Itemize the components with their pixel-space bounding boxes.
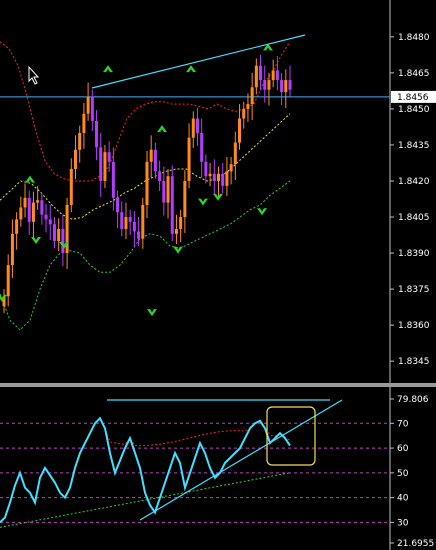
candle-body (107, 152, 111, 162)
candle-body (44, 214, 48, 220)
candle-body (86, 96, 90, 114)
candle-body (170, 176, 174, 234)
candle-body (288, 80, 292, 90)
candle-body (137, 231, 141, 239)
candle-body (61, 229, 65, 254)
candle-body (284, 80, 288, 93)
candle-body (238, 118, 242, 143)
candle-body (153, 149, 157, 172)
candle-body (166, 176, 170, 203)
candle-body (158, 171, 162, 181)
current-price-label: 1.8456 (397, 93, 429, 103)
candle-body (128, 217, 132, 222)
candle-body (187, 137, 191, 181)
candle-body (229, 164, 233, 172)
candle-body (10, 233, 14, 266)
candle-body (225, 171, 229, 186)
candle-body (221, 173, 225, 186)
candle-body (103, 152, 107, 181)
candle-body (95, 120, 99, 148)
price-tick-label: 1.8390 (398, 249, 430, 259)
candle-body (246, 104, 250, 109)
candle-body (40, 200, 44, 215)
price-tick-label: 1.8465 (398, 69, 430, 79)
candle-body (82, 113, 86, 133)
candle-body (74, 149, 77, 169)
price-tick-label: 1.8435 (398, 141, 430, 151)
price-tick-label: 1.8345 (398, 357, 430, 367)
candle-body (267, 80, 271, 90)
candle-body (52, 224, 56, 242)
candle-body (149, 149, 153, 162)
oscillator-tick-label: 40 (397, 494, 409, 504)
candle-body (204, 161, 208, 177)
candle-body (191, 118, 195, 138)
candle-body (212, 173, 216, 181)
candle-body (179, 217, 183, 230)
candle-body (120, 212, 124, 230)
candle-body (27, 197, 31, 222)
candle-body (48, 219, 52, 225)
candle-body (15, 219, 19, 234)
candle-body (6, 265, 10, 297)
candle-body (124, 217, 128, 230)
candle-body (263, 80, 267, 90)
candle-body (174, 229, 178, 234)
candle-body (145, 161, 149, 206)
candle-body (242, 108, 246, 119)
candle-body (275, 70, 279, 81)
candle-body (217, 173, 220, 181)
candle-body (99, 147, 103, 181)
price-chart-window[interactable]: 1.8480 1.8465 1.8450 1.8435 1.8420 1.8405 1.83… (0, 0, 436, 550)
subwindow-separator[interactable] (0, 383, 436, 387)
candle-body (111, 161, 115, 198)
candle-body (208, 173, 212, 177)
oscillator-tick-label: 50 (397, 469, 409, 479)
candle-body (31, 202, 35, 222)
price-tick-label: 1.8450 (398, 105, 430, 115)
candle-body (69, 168, 73, 206)
candle-body (233, 142, 237, 165)
oscillator-tick-label: 79.806 (397, 395, 429, 405)
candle-body (23, 197, 27, 208)
candle-body (90, 96, 94, 121)
oscillator-tick-label: 70 (397, 419, 409, 429)
candle-body (116, 197, 120, 213)
candle-body (250, 87, 254, 105)
candle-body (259, 65, 263, 81)
candle-body (280, 80, 284, 93)
candle-body (57, 229, 61, 242)
price-tick-label: 1.8480 (398, 33, 430, 43)
candle-body (78, 132, 82, 150)
price-tick-label: 1.8375 (398, 285, 430, 295)
price-tick-label: 1.8405 (398, 213, 430, 223)
chart-background (0, 0, 436, 550)
candle-body (271, 70, 275, 81)
candle-body (36, 200, 40, 203)
oscillator-tick-label: 60 (397, 444, 409, 454)
candle-body (132, 221, 136, 232)
candle-body (141, 205, 145, 239)
candle-body (200, 132, 204, 162)
candle-body (162, 180, 166, 203)
price-tick-label: 1.8420 (398, 177, 430, 187)
candle-body (183, 180, 187, 218)
oscillator-tick-label: 21.6955 (397, 539, 434, 549)
candle-body (19, 207, 23, 220)
price-tick-label: 1.8360 (398, 321, 430, 331)
oscillator-tick-label: 30 (397, 518, 409, 528)
candle-body (195, 118, 199, 133)
candle-body (254, 65, 258, 88)
